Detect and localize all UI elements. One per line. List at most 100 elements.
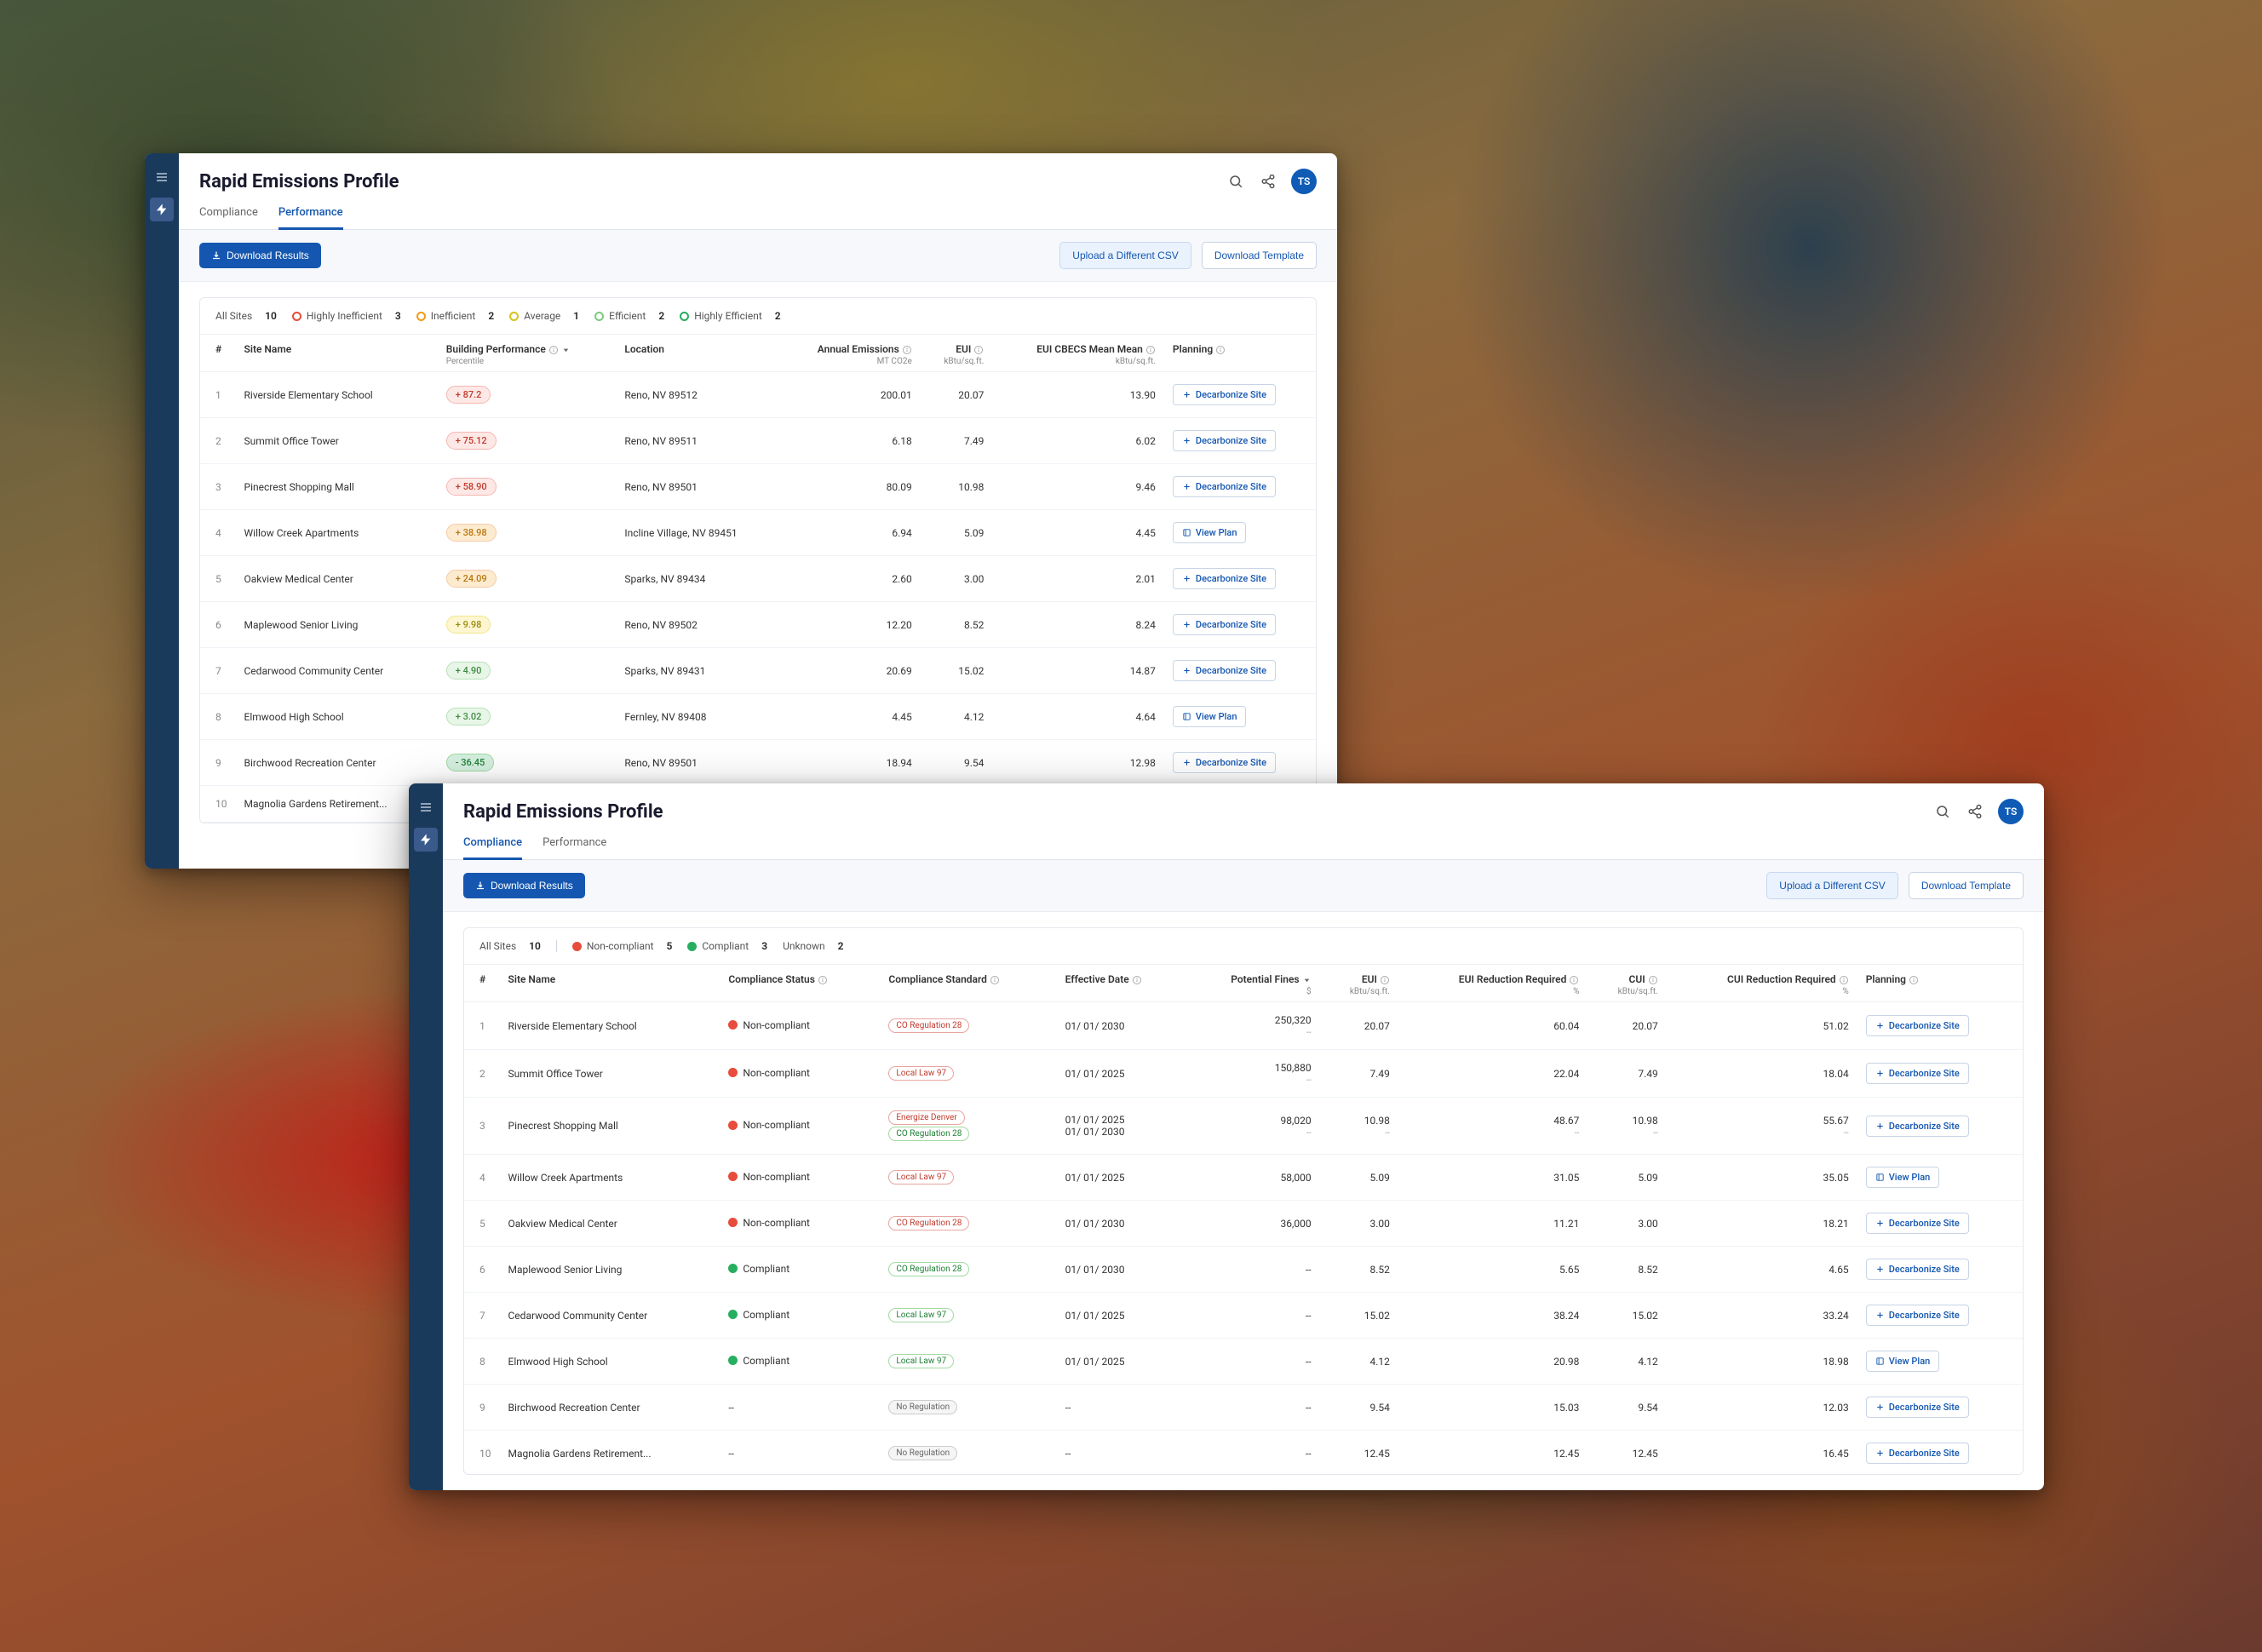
- filter-unknown[interactable]: Unknown 2: [783, 940, 843, 952]
- download-template-button[interactable]: Download Template: [1909, 872, 2024, 899]
- upload-csv-button[interactable]: Upload a Different CSV: [1766, 872, 1898, 899]
- filter-noncompliant[interactable]: Non-compliant 5: [572, 940, 673, 952]
- download-template-button[interactable]: Download Template: [1202, 242, 1317, 269]
- filter-compliant[interactable]: Compliant 3: [687, 940, 767, 952]
- status-noncompliant: Non-compliant: [728, 1171, 810, 1183]
- tab-compliance[interactable]: Compliance: [199, 199, 258, 230]
- view-plan-button[interactable]: View Plan: [1866, 1167, 1940, 1188]
- cell-cbecs: 13.90: [992, 372, 1164, 418]
- col-site-name[interactable]: Site Name: [236, 335, 438, 372]
- share-icon[interactable]: [1966, 802, 1984, 821]
- sidebar: [145, 153, 179, 869]
- cell-performance: + 3.02: [438, 694, 617, 740]
- col-site-name[interactable]: Site Name: [500, 965, 721, 1002]
- table-row: 1 Riverside Elementary School Non-compli…: [464, 1002, 2023, 1050]
- cell-eui-reduction: 22.04: [1398, 1050, 1587, 1098]
- cell-site-name: Birchwood Recreation Center: [500, 1385, 721, 1431]
- cell-fines: 58,000: [1186, 1155, 1319, 1201]
- info-icon: [1909, 975, 1919, 985]
- dot-orange-icon: [416, 312, 426, 321]
- view-plan-button[interactable]: View Plan: [1173, 706, 1247, 727]
- cell-cui: 20.07: [1587, 1002, 1666, 1050]
- col-cui[interactable]: CUIkBtu/sq.ft.: [1587, 965, 1666, 1002]
- standard-chip: No Regulation: [888, 1400, 957, 1414]
- decarbonize-button[interactable]: Decarbonize Site: [1866, 1063, 1969, 1084]
- decarbonize-button[interactable]: Decarbonize Site: [1173, 476, 1276, 497]
- cell-site-name: Willow Creek Apartments: [236, 510, 438, 556]
- decarbonize-button[interactable]: Decarbonize Site: [1173, 430, 1276, 451]
- cell-emissions: 12.20: [779, 602, 920, 648]
- col-potential-fines[interactable]: Potential Fines$: [1186, 965, 1319, 1002]
- search-icon[interactable]: [1226, 172, 1245, 191]
- cell-eui: 7.49: [921, 418, 993, 464]
- col-building-performance[interactable]: Building PerformancePercentile: [438, 335, 617, 372]
- decarbonize-button[interactable]: Decarbonize Site: [1173, 568, 1276, 589]
- cell-location: Reno, NV 89512: [616, 372, 779, 418]
- view-plan-button[interactable]: View Plan: [1173, 522, 1247, 543]
- filter-all[interactable]: All Sites 10: [215, 310, 277, 322]
- col-compliance-status[interactable]: Compliance Status: [720, 965, 880, 1002]
- col-planning[interactable]: Planning: [1164, 335, 1316, 372]
- decarbonize-button[interactable]: Decarbonize Site: [1866, 1443, 1969, 1464]
- filter-highly-efficient[interactable]: Highly Efficient 2: [680, 310, 780, 322]
- cell-location: Sparks, NV 89431: [616, 648, 779, 694]
- decarbonize-button[interactable]: Decarbonize Site: [1866, 1397, 1969, 1418]
- filter-highly-inefficient[interactable]: Highly Inefficient 3: [292, 310, 401, 322]
- decarbonize-button[interactable]: Decarbonize Site: [1866, 1213, 1969, 1234]
- upload-csv-button[interactable]: Upload a Different CSV: [1059, 242, 1191, 269]
- decarbonize-button[interactable]: Decarbonize Site: [1866, 1015, 1969, 1036]
- bolt-icon[interactable]: [150, 198, 174, 221]
- col-index[interactable]: #: [200, 335, 236, 372]
- cell-eui-reduction: 20.98: [1398, 1339, 1587, 1385]
- bolt-icon[interactable]: [414, 828, 438, 852]
- download-results-button[interactable]: Download Results: [199, 243, 321, 268]
- avatar[interactable]: TS: [1998, 799, 2024, 824]
- cell-site-name: Magnolia Gardens Retirement...: [236, 786, 438, 823]
- performance-pill: + 58.90: [446, 478, 497, 496]
- filter-average[interactable]: Average 1: [509, 310, 579, 322]
- col-eui[interactable]: EUIkBtu/sq.ft.: [921, 335, 993, 372]
- cell-performance: + 4.90: [438, 648, 617, 694]
- cell-eui: 7.49: [1320, 1050, 1398, 1098]
- decarbonize-button[interactable]: Decarbonize Site: [1866, 1116, 1969, 1137]
- col-compliance-standard[interactable]: Compliance Standard: [880, 965, 1056, 1002]
- decarbonize-button[interactable]: Decarbonize Site: [1173, 660, 1276, 681]
- decarbonize-button[interactable]: Decarbonize Site: [1866, 1305, 1969, 1326]
- tab-compliance[interactable]: Compliance: [463, 829, 522, 860]
- view-plan-button[interactable]: View Plan: [1866, 1351, 1940, 1372]
- status-noncompliant: Non-compliant: [728, 1217, 810, 1229]
- share-icon[interactable]: [1259, 172, 1277, 191]
- decarbonize-button[interactable]: Decarbonize Site: [1173, 614, 1276, 635]
- decarbonize-button[interactable]: Decarbonize Site: [1173, 384, 1276, 405]
- cell-eui: 15.02: [921, 648, 993, 694]
- col-cbecs[interactable]: EUI CBECS Mean MeankBtu/sq.ft.: [992, 335, 1164, 372]
- cell-index: 10: [200, 786, 236, 823]
- cell-eui: 4.12: [921, 694, 993, 740]
- col-cui-reduction[interactable]: CUI Reduction Required%: [1667, 965, 1857, 1002]
- menu-icon[interactable]: [150, 165, 174, 189]
- performance-table: # Site Name Building PerformancePercenti…: [200, 335, 1316, 823]
- search-icon[interactable]: [1933, 802, 1952, 821]
- compliance-panel: All Sites 10 Non-compliant 5 Compliant 3…: [463, 927, 2024, 1475]
- cell-eui-reduction: 31.05: [1398, 1155, 1587, 1201]
- menu-icon[interactable]: [414, 795, 438, 819]
- decarbonize-button[interactable]: Decarbonize Site: [1866, 1259, 1969, 1280]
- avatar[interactable]: TS: [1291, 169, 1317, 194]
- filter-efficient[interactable]: Efficient 2: [594, 310, 664, 322]
- cell-index: 4: [464, 1155, 500, 1201]
- col-planning[interactable]: Planning: [1857, 965, 2023, 1002]
- filter-inefficient[interactable]: Inefficient 2: [416, 310, 494, 322]
- table-row: 3 Pinecrest Shopping Mall + 58.90 Reno, …: [200, 464, 1316, 510]
- col-annual-emissions[interactable]: Annual EmissionsMT CO2e: [779, 335, 920, 372]
- col-effective-date[interactable]: Effective Date: [1057, 965, 1186, 1002]
- filter-all[interactable]: All Sites 10: [479, 940, 541, 952]
- download-results-button[interactable]: Download Results: [463, 873, 585, 898]
- dot-red-icon: [728, 1172, 738, 1181]
- col-index[interactable]: #: [464, 965, 500, 1002]
- col-eui-reduction[interactable]: EUI Reduction Required%: [1398, 965, 1587, 1002]
- col-eui[interactable]: EUIkBtu/sq.ft.: [1320, 965, 1398, 1002]
- col-location[interactable]: Location: [616, 335, 779, 372]
- tab-performance[interactable]: Performance: [278, 199, 343, 230]
- tab-performance[interactable]: Performance: [543, 829, 606, 860]
- decarbonize-button[interactable]: Decarbonize Site: [1173, 752, 1276, 773]
